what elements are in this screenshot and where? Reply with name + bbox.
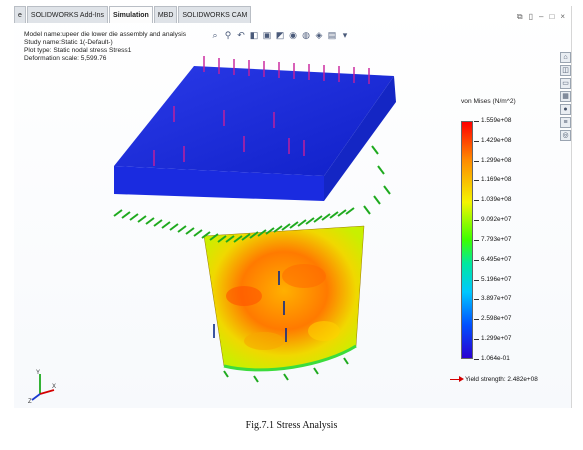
custom-properties-icon[interactable]: ≡ [560, 117, 571, 128]
close-icon[interactable]: × [560, 12, 565, 22]
window-controls: ⧉ ▯ – □ × [517, 12, 565, 22]
legend-ticks: 1.559e+08 1.429e+08 1.299e+08 1.169e+08 … [473, 117, 511, 363]
restore-icon[interactable]: ⧉ [517, 12, 523, 22]
triad-x-label: X [52, 384, 56, 390]
yield-arrow-icon [450, 376, 464, 382]
task-pane-tabs: ⌂ ◫ ▭ ▦ ● ≡ ◎ [560, 52, 571, 141]
previous-view-icon[interactable]: ↶ [236, 30, 246, 40]
minimize-icon[interactable]: – [539, 12, 543, 22]
appearances-icon[interactable]: ● [560, 104, 571, 115]
file-explorer-icon[interactable]: ▭ [560, 78, 571, 89]
edit-appearance-icon[interactable]: ◍ [301, 30, 311, 40]
legend-tick: 1.039e+08 [473, 196, 511, 204]
legend-title: von Mises (N/m^2) [461, 98, 516, 105]
legend-tick: 3.897e+07 [473, 295, 511, 303]
triad-z-label: Z [28, 399, 32, 404]
tab-solidworks-cam[interactable]: SOLIDWORKS CAM [178, 6, 252, 23]
figure-caption: Fig.7.1 Stress Analysis [245, 420, 338, 431]
view-palette-icon[interactable]: ▦ [560, 91, 571, 102]
tab-e[interactable]: e [14, 6, 26, 23]
reference-triad[interactable]: Y X Z [28, 368, 58, 404]
tab-simulation[interactable]: Simulation [109, 6, 153, 23]
legend-tick: 1.559e+08 [473, 117, 511, 125]
triad-y-label: Y [36, 370, 40, 376]
legend-tick: 1.064e-01 [473, 355, 511, 363]
zoom-area-icon[interactable]: ⚲ [223, 30, 233, 40]
legend-tick: 5.196e+07 [473, 276, 511, 284]
stress-plot-viewport[interactable] [74, 46, 434, 386]
maximize-icon[interactable]: □ [549, 12, 554, 22]
hide-show-icon[interactable]: ◉ [288, 30, 298, 40]
view-settings-icon[interactable]: ▤ [327, 30, 337, 40]
scene-icon[interactable]: ◈ [314, 30, 324, 40]
legend-tick: 9.092e+07 [473, 216, 511, 224]
display-style-icon[interactable]: ◩ [275, 30, 285, 40]
forum-icon[interactable]: ◎ [560, 130, 571, 141]
tile-icon[interactable]: ▯ [529, 12, 533, 22]
legend-colorbar [461, 121, 473, 359]
tab-mbd[interactable]: MBD [153, 6, 178, 23]
yield-strength-marker: Yield strength: 2.482e+08 [450, 376, 538, 383]
legend-tick: 1.429e+08 [473, 137, 511, 145]
model-name: Model name:upeer die lower die assembly … [24, 31, 187, 38]
yield-strength-label: Yield strength: 2.482e+08 [465, 376, 538, 383]
view-orientation-icon[interactable]: ▣ [262, 30, 272, 40]
section-view-icon[interactable]: ◧ [249, 30, 259, 40]
home-icon[interactable]: ⌂ [560, 52, 571, 63]
heads-up-view-toolbar: ⌕ ⚲ ↶ ◧ ▣ ◩ ◉ ◍ ◈ ▤ ▾ [210, 30, 350, 40]
design-library-icon[interactable]: ◫ [560, 65, 571, 76]
upper-die [114, 66, 396, 201]
legend-tick: 1.299e+08 [473, 157, 511, 165]
lower-die [203, 225, 365, 372]
legend-tick: 1.169e+08 [473, 176, 511, 184]
solidworks-window: e SOLIDWORKS Add-Ins Simulation MBD SOLI… [14, 6, 572, 408]
command-manager-tabs: e SOLIDWORKS Add-Ins Simulation MBD SOLI… [14, 6, 252, 23]
display-pane-icon[interactable]: ▾ [340, 30, 350, 40]
legend-tick: 2.598e+07 [473, 315, 511, 323]
tab-solidworks-add-ins[interactable]: SOLIDWORKS Add-Ins [26, 6, 109, 23]
legend-tick: 6.495e+07 [473, 256, 511, 264]
legend-tick: 7.793e+07 [473, 236, 511, 244]
zoom-fit-icon[interactable]: ⌕ [210, 30, 220, 40]
legend-tick: 1.299e+07 [473, 335, 511, 343]
